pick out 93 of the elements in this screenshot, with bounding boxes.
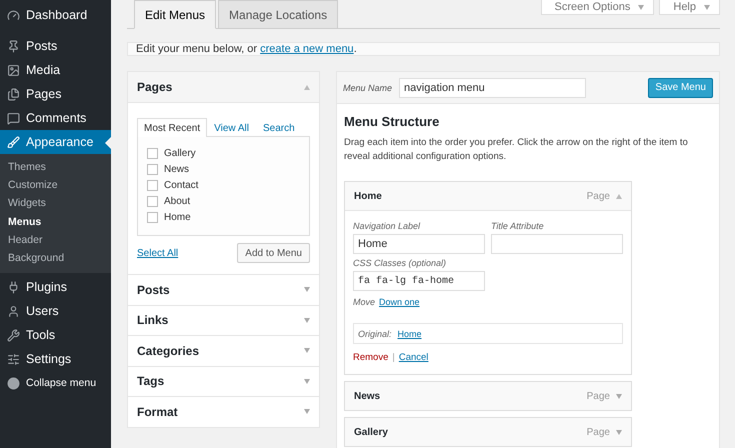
sidebar-item[interactable]: Settings <box>0 347 111 372</box>
move-label: Move <box>353 297 376 307</box>
caret-up-icon <box>616 194 622 198</box>
sidebar-item[interactable]: Comments <box>0 106 111 130</box>
panel-tab[interactable]: View All <box>207 118 256 137</box>
navigation-label-field[interactable]: Home <box>353 234 485 254</box>
panel-title: Links <box>137 313 168 328</box>
submenu-item[interactable]: Background <box>0 248 111 268</box>
original-label: Original: <box>358 328 392 338</box>
original-link[interactable]: Home <box>398 328 422 338</box>
checkbox-label: Home <box>164 212 191 223</box>
title-attribute-field[interactable] <box>491 234 623 254</box>
pages-icon <box>7 88 20 100</box>
collapse-icon <box>7 376 20 390</box>
checkbox[interactable] <box>147 164 158 175</box>
caret-down-icon <box>304 348 310 354</box>
menu-name-label: Menu Name <box>343 82 392 92</box>
checkbox[interactable] <box>147 212 158 223</box>
menu-item-header[interactable]: News Page <box>345 382 631 410</box>
caret-up-icon <box>304 84 310 90</box>
notice-text: Edit your menu below, or create a new menu. <box>136 43 357 55</box>
menu-item-title: Gallery <box>354 426 389 438</box>
select-all-link[interactable]: Select All <box>137 248 178 258</box>
tab[interactable]: Manage Locations <box>218 0 338 28</box>
gauge-icon <box>7 8 20 22</box>
checkbox[interactable] <box>147 180 158 191</box>
caret-down-icon <box>616 394 622 398</box>
caret-down-icon <box>616 430 622 434</box>
submenu-item[interactable]: Menus <box>0 212 111 231</box>
sidebar-item[interactable]: Appearance <box>0 130 111 154</box>
checkbox-label: About <box>164 196 190 207</box>
checkbox[interactable] <box>147 196 158 207</box>
sidebar-item[interactable]: Media <box>0 58 111 82</box>
sidebar-item[interactable]: Users <box>0 299 111 324</box>
menu-item-type: Page <box>586 190 610 202</box>
image-icon <box>7 64 20 76</box>
submenu-item[interactable]: Themes <box>0 158 111 176</box>
tab[interactable]: Edit Menus <box>134 0 216 29</box>
menu-item-header[interactable]: Home Page <box>345 182 631 210</box>
menu-item-type: Page <box>586 390 610 402</box>
checkbox-label: Contact <box>164 180 198 191</box>
brush-icon <box>7 136 20 148</box>
panel-title: Tags <box>137 374 164 388</box>
down-one-link[interactable]: Down one <box>379 297 420 307</box>
create-menu-link[interactable]: create a new menu <box>260 43 354 55</box>
separator: | <box>392 352 395 363</box>
user-icon <box>7 304 20 318</box>
field-label: Navigation Label <box>353 221 422 233</box>
caret-icon <box>704 4 710 10</box>
menu-item-header[interactable]: Gallery Page <box>345 418 631 446</box>
checkbox-label: Gallery <box>164 148 196 159</box>
panel-header[interactable]: Pages <box>128 72 319 103</box>
submenu-item[interactable]: Customize <box>0 176 111 194</box>
panel-title: Categories <box>137 344 200 358</box>
remove-link[interactable]: Remove <box>353 352 388 363</box>
instructions-text: Drag each item into the order you prefer. Click the arrow on the right of the item to reveal additional configuration options. <box>344 136 689 164</box>
css-classes-field[interactable]: fa fa-lg fa-home <box>353 271 485 291</box>
screen-options-button[interactable]: Screen Options <box>540 0 654 15</box>
field-label: Title Attribute <box>491 221 545 233</box>
caret-down-icon <box>304 378 310 384</box>
sidebar-item[interactable]: Pages <box>0 82 111 106</box>
sliders-icon <box>7 352 20 366</box>
menu-item-type: Page <box>586 426 610 438</box>
checkbox[interactable] <box>147 148 158 159</box>
speech-bubble-icon <box>7 112 20 124</box>
submenu-item[interactable]: Header <box>0 230 111 249</box>
menu-item-title: News <box>354 390 382 402</box>
cancel-link[interactable]: Cancel <box>398 352 428 363</box>
sidebar-item[interactable]: Tools <box>0 323 111 348</box>
checkbox-label: News <box>164 164 190 175</box>
plug-icon <box>7 280 20 294</box>
panel-title: Posts <box>137 282 170 297</box>
caret-icon <box>638 4 644 10</box>
sidebar-item[interactable]: Plugins <box>0 275 111 300</box>
caret-down-icon <box>304 409 310 414</box>
panel-title: Format <box>137 404 178 419</box>
menu-item-title: Home <box>354 190 383 202</box>
section-heading: Menu Structure <box>344 114 440 129</box>
sidebar-item[interactable]: Dashboard <box>0 3 111 27</box>
caret-down-icon <box>304 287 310 292</box>
sidebar-item[interactable]: Posts <box>0 34 111 58</box>
pin-icon <box>7 40 20 52</box>
field-label: CSS Classes (optional) <box>353 258 448 270</box>
menu-name-field[interactable]: navigation menu <box>399 78 586 98</box>
sidebar-item[interactable]: Collapse menu <box>0 371 111 396</box>
submenu-item[interactable]: Widgets <box>0 194 111 213</box>
add-to-menu-button[interactable]: Add to Menu <box>237 243 310 263</box>
panel-tab[interactable]: Most Recent <box>137 118 208 137</box>
wrench-icon <box>7 328 20 342</box>
panel-tab[interactable]: Search <box>256 118 302 137</box>
caret-down-icon <box>304 318 310 323</box>
panel-title: Pages <box>137 80 172 94</box>
help-button[interactable]: Help <box>659 0 720 15</box>
